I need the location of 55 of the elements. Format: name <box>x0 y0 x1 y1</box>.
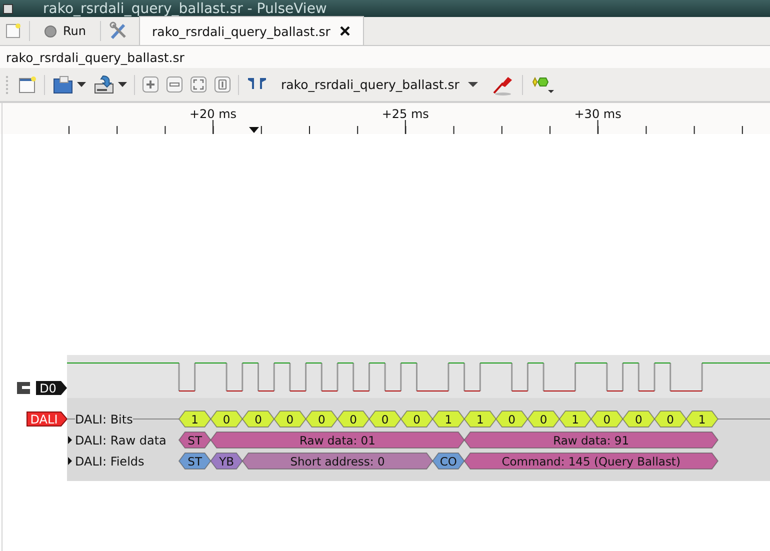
new-session-icon[interactable] <box>17 74 37 94</box>
circle-icon <box>44 24 57 38</box>
annotation[interactable]: 0 <box>210 410 244 428</box>
expand-icon[interactable] <box>68 457 72 465</box>
channel-label[interactable]: D0 <box>36 381 67 396</box>
annotation[interactable]: ST <box>178 452 212 470</box>
channel-handle-icon[interactable] <box>17 382 30 394</box>
annotation[interactable]: 1 <box>686 410 719 428</box>
zoom-one-to-one-icon[interactable] <box>214 76 231 93</box>
annotation[interactable]: 1 <box>558 410 592 428</box>
annotation[interactable]: 0 <box>654 410 687 428</box>
device-dropdown[interactable]: rako_rsrdali_query_ballast.sr <box>275 77 484 92</box>
run-button[interactable]: Run <box>38 24 92 38</box>
annotation[interactable]: 0 <box>590 410 624 428</box>
annotation[interactable]: CO <box>432 452 465 470</box>
caret-icon <box>468 82 478 88</box>
expand-icon[interactable] <box>68 436 72 444</box>
annotation[interactable]: 0 <box>336 410 370 428</box>
annotation[interactable]: 1 <box>464 410 497 428</box>
annotation[interactable]: YB <box>210 452 244 470</box>
zoom-out-icon[interactable] <box>166 76 183 93</box>
annotation[interactable]: ST <box>178 432 212 448</box>
annotation[interactable]: 0 <box>622 410 656 428</box>
ruler-label: +20 ms <box>189 107 237 121</box>
caret-icon[interactable] <box>77 82 86 88</box>
caret-icon[interactable] <box>118 82 127 88</box>
ruler-label: +30 ms <box>574 107 622 121</box>
annotation[interactable]: 0 <box>495 410 528 428</box>
folder-icon[interactable] <box>52 74 74 94</box>
annotation[interactable]: 0 <box>242 410 275 428</box>
session-tab[interactable]: rako_rsrdali_query_ballast.sr <box>139 16 364 45</box>
annotation[interactable]: 0 <box>305 410 338 428</box>
annotation[interactable]: 0 <box>368 410 402 428</box>
annotation[interactable]: Short address: 0 <box>242 452 434 470</box>
window-menu-icon[interactable] <box>3 4 13 14</box>
save-icon[interactable] <box>93 74 115 94</box>
new-window-icon[interactable] <box>5 23 21 39</box>
annotation[interactable]: 1 <box>432 410 465 428</box>
ruler-label: +25 ms <box>382 107 429 121</box>
session-name: rako_rsrdali_query_ballast.sr <box>6 50 184 64</box>
annotation[interactable]: 0 <box>400 410 434 428</box>
row-label: DALI: Fields <box>75 454 144 468</box>
row-label: DALI: Raw data <box>75 434 166 448</box>
cursor-marker-icon[interactable] <box>249 127 259 133</box>
annotation[interactable]: Raw data: 91 <box>464 432 719 448</box>
annotation[interactable]: Command: 145 (Query Ballast) <box>464 452 719 470</box>
annotation[interactable]: 0 <box>273 410 306 428</box>
zoom-in-icon[interactable] <box>142 76 159 93</box>
decoder-label[interactable]: DALI <box>26 412 68 426</box>
close-icon[interactable] <box>339 25 352 37</box>
annotation[interactable]: 0 <box>527 410 560 428</box>
row-label: DALI: Bits <box>75 412 133 426</box>
annotation[interactable]: 1 <box>178 410 212 428</box>
zoom-fit-icon[interactable] <box>190 76 207 93</box>
window-title: rako_rsrdali_query_ballast.sr - PulseView <box>43 0 327 16</box>
